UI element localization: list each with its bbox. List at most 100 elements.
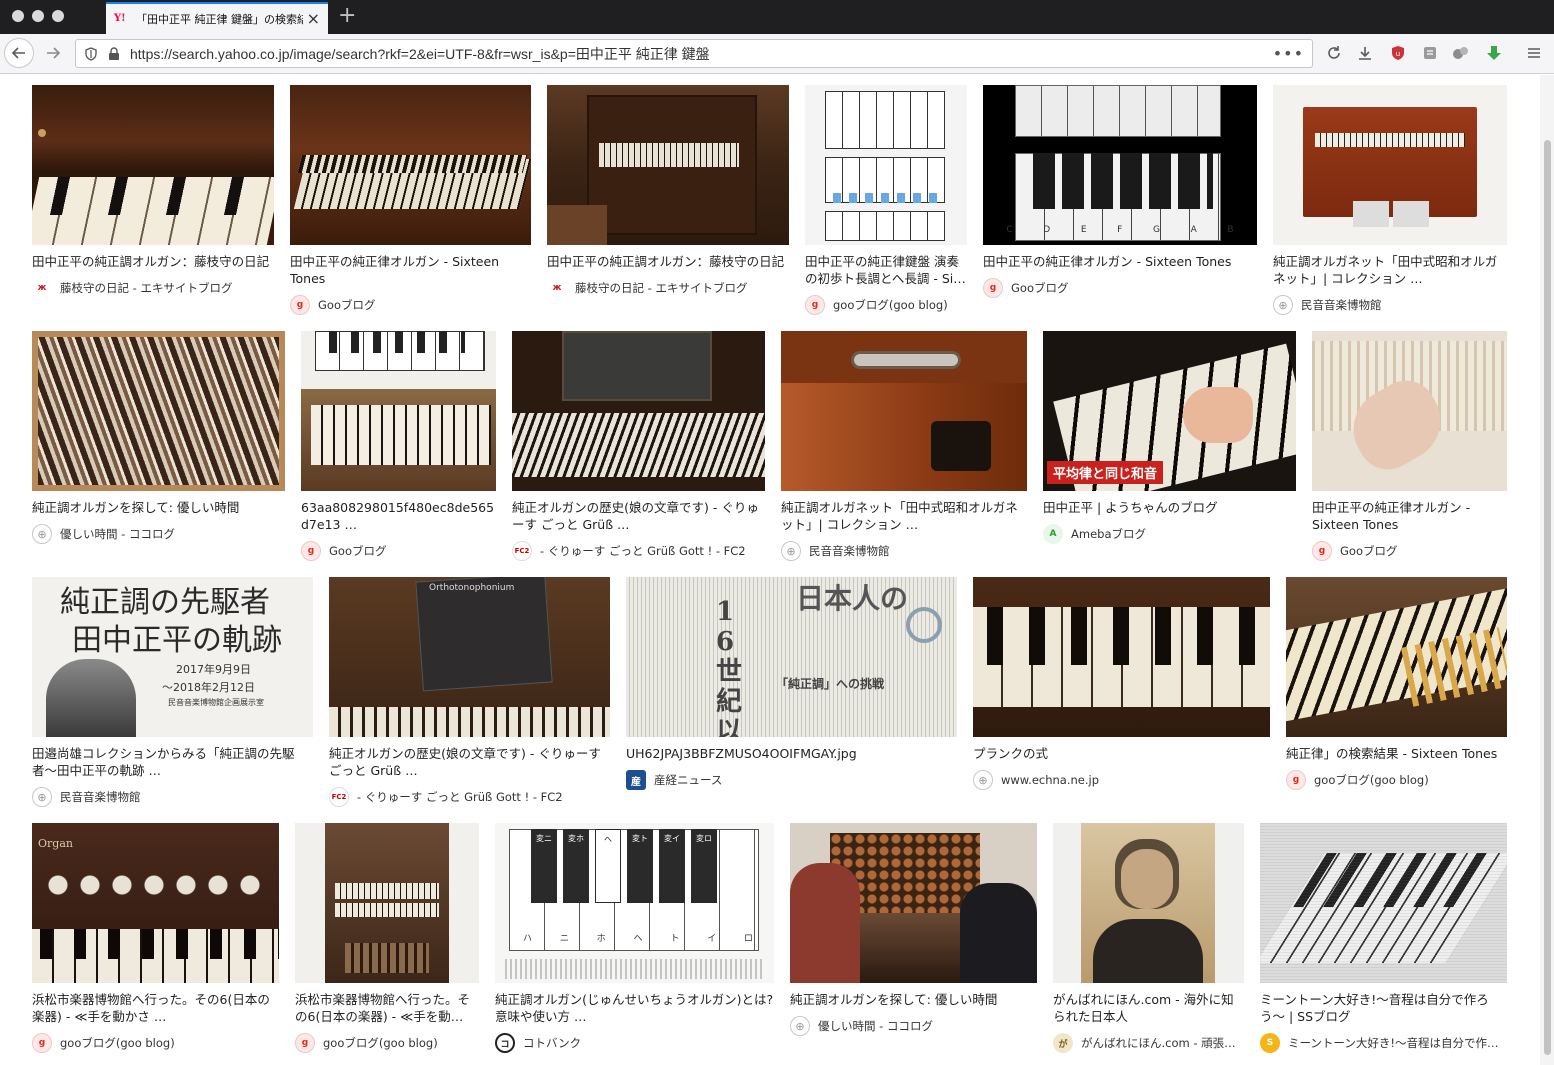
result-thumbnail[interactable]	[32, 331, 285, 491]
result-source[interactable]: g gooブログ(goo blog)	[295, 1033, 438, 1053]
back-button[interactable]	[4, 38, 34, 68]
result-title[interactable]: 田邉尚雄コレクションからみる「純正調の先駆者〜田中正平の軌跡 …	[32, 745, 313, 779]
result-title[interactable]: 純正調オルガンを探して: 優しい時間	[790, 991, 1037, 1008]
download-icon[interactable]	[1356, 44, 1374, 62]
result-source[interactable]: FC2 - ぐりゅーす ごっと Grüß Gott ! - FC2	[512, 541, 746, 561]
excite-logo-icon: ж	[32, 278, 52, 298]
result-source[interactable]: A Amebaブログ	[1043, 524, 1146, 544]
result-title[interactable]: 純正調オルガン(じゅんせいちょうオルガン)とは? 意味や使い方 …	[495, 991, 774, 1025]
reload-icon[interactable]	[1325, 44, 1343, 62]
result-thumbnail[interactable]: 平均律と同じ和音	[1043, 331, 1296, 491]
result-thumbnail[interactable]: 純正調の先駆者 田中正平の軌跡 2017年9月9日 〜2018年2月12日 民音…	[32, 577, 313, 737]
result-source-name: gooブログ(goo blog)	[1314, 773, 1429, 787]
result-title[interactable]: プランクの式	[973, 745, 1270, 762]
close-tab-icon[interactable]: ×	[307, 11, 320, 27]
result-title[interactable]: 田中正平の純正調オルガン：藤枝守の日記	[547, 253, 789, 270]
result-thumbnail[interactable]	[790, 823, 1037, 983]
result-source-name: Gooブログ	[318, 298, 376, 312]
result-source[interactable]: ж 藤枝守の日記 - エキサイトブログ	[32, 278, 232, 298]
result-title[interactable]: がんばれにほん.com - 海外に知られた日本人	[1053, 991, 1244, 1025]
url-bar[interactable]: https://search.yahoo.co.jp/image/search?…	[75, 39, 1313, 68]
result-thumbnail[interactable]: CDEFGAB	[983, 85, 1257, 245]
result-title[interactable]: 田中正平の純正律オルガン - Sixteen Tones	[983, 253, 1257, 270]
result-thumbnail[interactable]	[1260, 823, 1507, 983]
result-title[interactable]: 田中正平の純正律オルガン - Sixteen Tones	[290, 253, 531, 287]
result-thumbnail[interactable]	[290, 85, 531, 245]
result-thumbnail[interactable]: Orthotonophonium	[329, 577, 610, 737]
result-title[interactable]: 純正律」の検索結果 - Sixteen Tones	[1286, 745, 1507, 762]
result-thumbnail[interactable]: Organ	[32, 823, 279, 983]
globe-icon: ⊕	[32, 524, 52, 544]
result-source[interactable]: g gooブログ(goo blog)	[32, 1033, 175, 1053]
minimize-window-icon[interactable]	[32, 10, 44, 22]
result-source[interactable]: FC2 - ぐりゅーす ごっと Grüß Gott ! - FC2	[329, 787, 563, 807]
result-thumbnail[interactable]	[973, 577, 1270, 737]
result-thumbnail[interactable]	[32, 85, 274, 245]
result-title[interactable]: 田中正平の純正律鍵盤 演奏の初歩ト長調とへ長調 - Si…	[805, 253, 967, 287]
result-source[interactable]: ⊕ 民音音楽博物館	[32, 787, 141, 807]
result-source[interactable]: ⊕ 民音音楽博物館	[1273, 295, 1382, 315]
url-text[interactable]: https://search.yahoo.co.jp/image/search?…	[130, 44, 1273, 64]
result-source-name: - ぐりゅーす ごっと Grüß Gott ! - FC2	[540, 544, 746, 558]
result-source[interactable]: ⊕ 優しい時間 - ココログ	[790, 1016, 933, 1036]
result-thumbnail[interactable]	[512, 331, 765, 491]
result-source-name: 優しい時間 - ココログ	[60, 527, 175, 541]
result-thumbnail[interactable]	[295, 823, 479, 983]
menu-icon[interactable]	[1525, 44, 1543, 62]
result-thumbnail[interactable]	[781, 331, 1027, 491]
result-title[interactable]: 田中正平の純正調オルガン：藤枝守の日記	[32, 253, 274, 270]
zoom-window-icon[interactable]	[52, 10, 64, 22]
result-thumbnail[interactable]	[1273, 85, 1507, 245]
result-thumbnail[interactable]: 変ニ 変ホ ヘ 変ト 変イ 変ロ ハニホヘトイロ	[495, 823, 774, 983]
result-thumbnail[interactable]	[805, 85, 967, 245]
result-title[interactable]: 浜松市楽器博物館へ行った。その6(日本の楽器) - ≪手を動かさ …	[32, 991, 279, 1025]
reader-icon[interactable]	[1421, 44, 1439, 62]
result-source[interactable]: ⊕ www.echna.ne.jp	[973, 770, 1099, 790]
result-source[interactable]: コ コトバンク	[495, 1033, 581, 1053]
lock-icon[interactable]	[108, 46, 120, 61]
scrollbar-thumb[interactable]	[1544, 140, 1551, 1055]
result-title[interactable]: ミーントーン大好き!〜音程は自分で作ろう〜 | SSブログ	[1260, 991, 1507, 1025]
result-title[interactable]: 純正オルガンの歴史(娘の文章です) - ぐりゅーす ごっと Grüß …	[329, 745, 610, 779]
goo-blog-logo-icon: g	[301, 541, 321, 561]
forward-button[interactable]	[38, 38, 68, 68]
result-title[interactable]: 63aa808298015f480ec8de565d7e13 …	[301, 499, 496, 533]
extension-icon[interactable]	[1452, 44, 1470, 62]
result-source[interactable]: ⊕ 優しい時間 - ココログ	[32, 524, 175, 544]
result-thumbnail[interactable]	[301, 331, 496, 491]
result-thumbnail[interactable]: 日本人の 16世紀以来の 「純正調」への挑戦	[626, 577, 957, 737]
result-source[interactable]: g Gooブログ	[301, 541, 386, 561]
result-source[interactable]: g Gooブログ	[1312, 541, 1397, 561]
result-source-name: gooブログ(goo blog)	[833, 298, 948, 312]
result-title[interactable]: 田中正平 | ようちゃんのブログ	[1043, 499, 1296, 516]
result-source[interactable]: g gooブログ(goo blog)	[805, 295, 948, 315]
result-title[interactable]: 純正調オルガネット「田中式昭和オルガネット」| コレクション …	[1273, 253, 1507, 287]
result-thumbnail[interactable]	[1053, 823, 1244, 983]
result-source[interactable]: S ミーントーン大好き!〜音程は自分で作…	[1260, 1033, 1507, 1053]
result-thumbnail[interactable]	[1312, 331, 1507, 491]
result-title[interactable]: 浜松市楽器博物館へ行った。その6(日本の楽器) - ≪手を動…	[295, 991, 479, 1025]
result-title[interactable]: 純正調オルガンを探して: 優しい時間	[32, 499, 285, 516]
result-source[interactable]: g Gooブログ	[290, 295, 375, 315]
result-title[interactable]: 純正調オルガネット「田中式昭和オルガネット」| コレクション …	[781, 499, 1027, 533]
result-source[interactable]: 産 産経ニュース	[626, 770, 722, 790]
close-window-icon[interactable]	[12, 10, 24, 22]
ublock-icon[interactable]: u	[1389, 44, 1407, 62]
tab-active[interactable]: Y! 「田中正平 純正律 鍵盤」の検索結果 ×	[106, 2, 328, 34]
result-thumbnail[interactable]	[1286, 577, 1507, 737]
result-source[interactable]: ж 藤枝守の日記 - エキサイトブログ	[547, 278, 747, 298]
result-source[interactable]: g gooブログ(goo blog)	[1286, 770, 1429, 790]
result-title[interactable]: 田中正平の純正律オルガン - Sixteen Tones	[1312, 499, 1507, 533]
new-tab-button[interactable]: +	[338, 4, 356, 28]
shield-icon[interactable]	[84, 46, 98, 61]
result-source[interactable]: ⊕ 民音音楽博物館	[781, 541, 890, 561]
result-source[interactable]: が がんばれにほん.com - 頑張…	[1053, 1033, 1244, 1053]
gambare-logo-icon: が	[1053, 1033, 1073, 1053]
result-source[interactable]: g Gooブログ	[983, 278, 1068, 298]
result-title[interactable]: UH62JPAJ3BBFZMUSO4OOIFMGAY.jpg	[626, 745, 957, 762]
tab-title: 「田中正平 純正律 鍵盤」の検索結果	[136, 13, 303, 26]
result-thumbnail[interactable]	[547, 85, 789, 245]
green-arrow-icon[interactable]	[1485, 44, 1503, 62]
result-title[interactable]: 純正オルガンの歴史(娘の文章です) - ぐりゅーす ごっと Grüß …	[512, 499, 765, 533]
page-actions-icon[interactable]: •••	[1273, 44, 1304, 63]
